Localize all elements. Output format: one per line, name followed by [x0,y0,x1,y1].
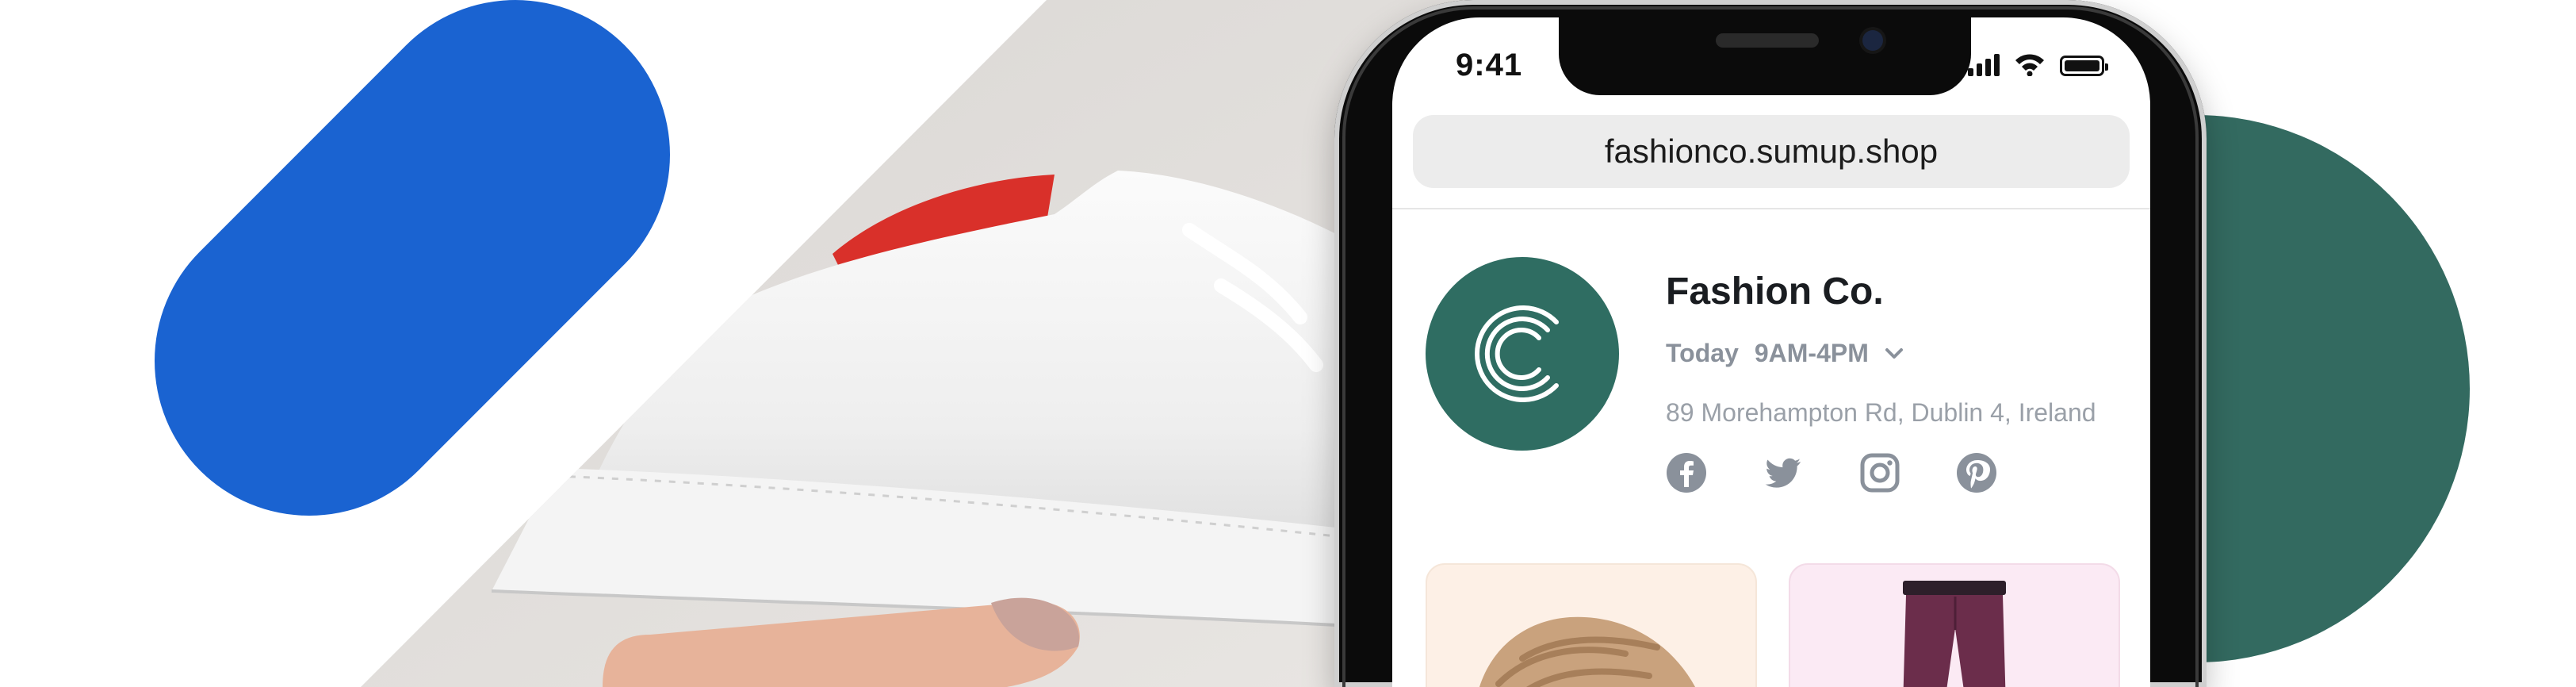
blue-accent-shape [155,0,670,516]
trousers-image [1903,581,2006,687]
opening-hours[interactable]: Today 9AM-4PM [1666,339,1904,368]
phone-screen: 9:41 fashionco.sumup.shop Fashion Co. To… [1392,17,2150,687]
social-links [1666,452,1997,493]
phone-notch [1559,17,1971,95]
address-bar-url: fashionco.sumup.shop [1604,132,1939,170]
store-logo [1426,257,1619,451]
store-name: Fashion Co. [1666,271,1884,313]
store-address: 89 Morehampton Rd, Dublin 4, Ireland [1666,398,2096,427]
status-bar: 9:41 [1392,17,2150,105]
pinterest-icon[interactable] [1956,452,1997,493]
battery-icon [2060,56,2108,76]
instagram-icon[interactable] [1859,452,1900,493]
store-logo-mark-icon [1475,305,1559,402]
chevron-down-icon [1885,347,1903,359]
status-icons [1968,52,2108,76]
twitter-icon[interactable] [1763,452,1804,493]
status-time: 9:41 [1456,48,1523,83]
speaker-grille [1716,33,1819,48]
product-card[interactable] [1789,563,2120,687]
product-card[interactable] [1426,563,1757,687]
front-camera [1862,30,1883,51]
header-divider [1392,208,2150,209]
wifi-icon [2015,54,2044,76]
knit-scarf-image [1479,616,1695,687]
hours-day: Today [1666,339,1739,367]
address-bar[interactable]: fashionco.sumup.shop [1413,115,2130,188]
hours-range: 9AM-4PM [1754,339,1869,367]
facebook-icon[interactable] [1666,452,1707,493]
cellular-signal-icon [1968,54,2000,76]
